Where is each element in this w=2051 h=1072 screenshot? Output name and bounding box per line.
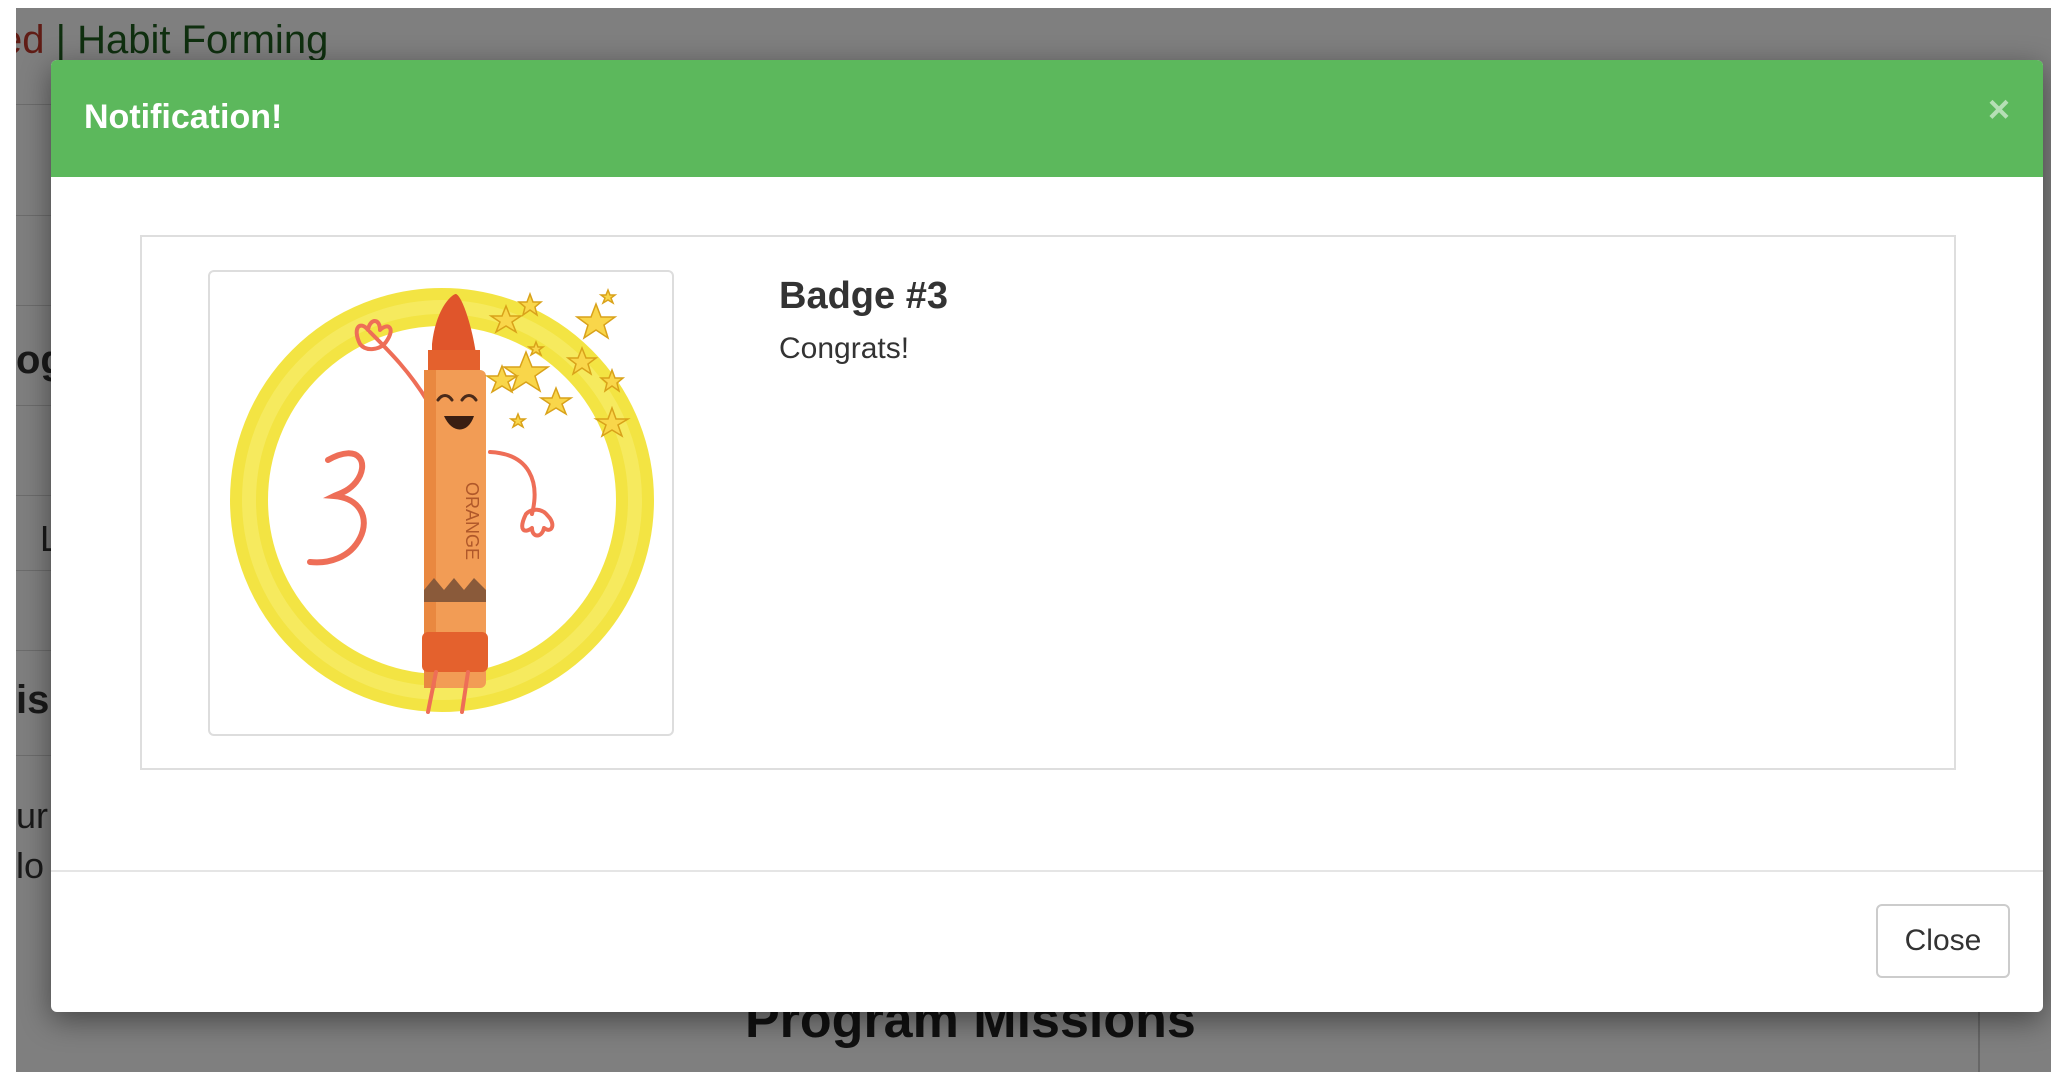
notification-modal: Notification! × ORANGE Badge #3 Congrats… [51, 60, 2043, 1012]
viewport-edge [0, 0, 16, 1072]
modal-header: Notification! × [51, 60, 2043, 177]
badge-title: Badge #3 [779, 275, 948, 317]
crayon-label: ORANGE [462, 482, 482, 560]
badge-message: Congrats! [779, 332, 910, 365]
orange-crayon-badge-icon: ORANGE [230, 287, 654, 714]
modal-footer-divider [51, 870, 2043, 872]
modal-title: Notification! [84, 98, 283, 136]
viewport-edge [0, 0, 2051, 8]
badge-image: ORANGE [208, 270, 674, 736]
badge-panel: ORANGE Badge #3 Congrats! [140, 235, 1956, 770]
close-button[interactable]: Close [1876, 904, 2010, 978]
close-icon[interactable]: × [1979, 86, 2019, 134]
